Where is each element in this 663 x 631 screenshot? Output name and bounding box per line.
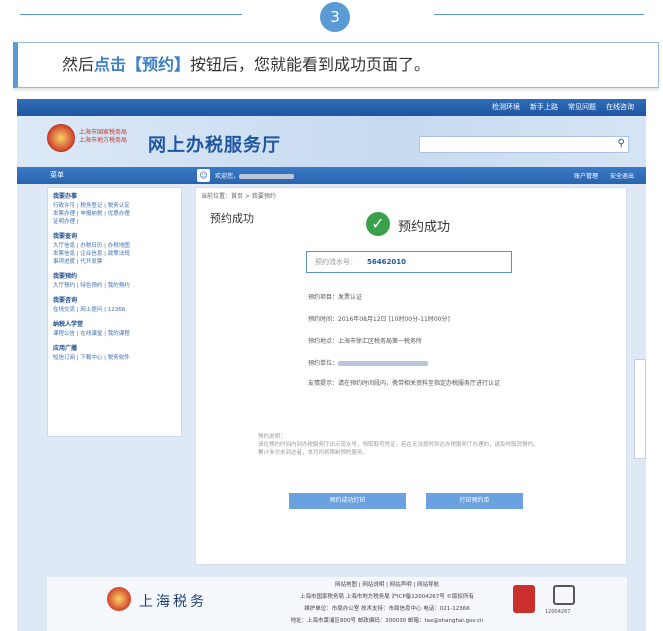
nav-right-links: 账户管理 安全退出 xyxy=(574,171,634,180)
step-number-badge: 3 xyxy=(320,2,350,32)
side-feedback-strip[interactable] xyxy=(634,359,646,459)
welcome-label: 欢迎您， xyxy=(215,173,240,180)
site-title: 网上办税服务厅 xyxy=(148,135,281,156)
footer-links: 网站地图 | 网站说明 | 网站声明 | 网站导航 上海市国家税务局 上海市地方… xyxy=(277,579,497,627)
step-divider-left xyxy=(20,14,242,15)
content-panel: 预约成功 ✓ 预约成功 预约流水号： 56462010 预约项目：发票认证 预约时… xyxy=(195,187,627,565)
detail-company: 预约单位： xyxy=(308,358,429,367)
blurred-company-name xyxy=(338,361,429,366)
toplink-env[interactable]: 检测环境 xyxy=(492,102,520,112)
footer-line[interactable]: 网站地图 | 网站说明 | 网站声明 | 网站导航 xyxy=(277,579,497,591)
sidebar-group-links[interactable]: 行政许可 | 税务登记 | 税务认定 发票办理 | 申报纳税 | 优惠办理 证明… xyxy=(53,202,176,226)
detail-time: 预约时间：2016年08月12日 [10时00分-11时00分] xyxy=(308,316,450,323)
sidebar-group-title[interactable]: 我要预约 xyxy=(53,271,176,280)
step-divider-right xyxy=(434,14,644,15)
sidebar-group-consult: 我要咨询 在线交流 | 网上提问 | 12366 xyxy=(48,292,181,316)
instruction-after: 按钮后，您就能看到成功页面了。 xyxy=(190,55,431,74)
sidebar-group-business: 我要办事 行政许可 | 税务登记 | 税务认定 发票办理 | 申报纳税 | 优惠… xyxy=(48,188,181,228)
welcome-text: 欢迎您， xyxy=(215,171,295,180)
logout-link[interactable]: 安全退出 xyxy=(610,171,634,180)
search-icon[interactable]: ⚲ xyxy=(618,138,625,149)
search-input[interactable]: ⚲ xyxy=(419,136,629,153)
building-badge-icon[interactable] xyxy=(553,585,575,605)
detail-tip: 友情提示：请在预约时间段内，携带相关资料至指定办税服务厅进行认证 xyxy=(308,380,501,387)
instruction-highlight: 点击【预约】 xyxy=(94,55,191,74)
sidebar-group-broadcast: 应用广播 短信订阅 | 下载中心 | 税务软件 xyxy=(48,340,181,364)
sidebar-group-title[interactable]: 纳税人学堂 xyxy=(53,319,176,328)
org-name-line2: 上海市地方税务局 xyxy=(79,137,128,144)
detail-location: 预约地点：上海市徐汇区税务局第一税务所 xyxy=(308,338,423,345)
sidebar-group-links[interactable]: 大厅预约 | 特色预约 | 我的预约 xyxy=(53,282,176,290)
site-header: 上海市国家税务局 上海市地方税务局 网上办税服务厅 ⚲ xyxy=(17,116,646,167)
footer-line: 地址：上海市黄浦区800号 邮政编码：200030 邮箱：tax@shangha… xyxy=(290,618,484,624)
toplink-faq[interactable]: 常见问题 xyxy=(568,102,596,112)
toplink-consult[interactable]: 在线咨询 xyxy=(606,102,634,112)
sidebar-group-title[interactable]: 我要咨询 xyxy=(53,295,176,304)
footer-line: 维护单位：市局办公室 技术支持：市局信息中心 电话：021-12366 xyxy=(304,606,470,612)
sidebar-group-links[interactable]: 大厅信息 | 办税日历 | 办税地图 发票信息 | 企业信息 | 政策法规 事项… xyxy=(53,242,176,266)
sidebar-group-appointment: 我要预约 大厅预约 | 特色预约 | 我的预约 xyxy=(48,268,181,292)
sidebar-group-school: 纳税人学堂 课程公告 | 在线课堂 | 我的课程 xyxy=(48,316,181,340)
sidebar-menu: 我要办事 行政许可 | 税务登记 | 税务认定 发票办理 | 申报纳税 | 优惠… xyxy=(47,187,182,437)
emblem-icon xyxy=(107,587,131,611)
nav-bar: 菜单 ☺ 欢迎您， 账户管理 安全退出 xyxy=(17,167,646,184)
org-name: 上海市国家税务局 上海市地方税务局 xyxy=(79,129,127,145)
account-management-link[interactable]: 账户管理 xyxy=(574,171,598,180)
police-badge-icon[interactable] xyxy=(513,585,535,613)
appointment-note: 预约说明： 请在预约时间内到办税服务厅出示流水号，领取取号凭证。若在无法按时到达… xyxy=(258,434,539,456)
appointment-number-label: 预约流水号： xyxy=(315,258,357,266)
breadcrumb: 当前位置：首页 > 我要预约 xyxy=(201,193,276,200)
success-message: 预约成功 xyxy=(398,220,451,235)
instruction-box: 然后点击【预约】按钮后，您就能看到成功页面了。 xyxy=(13,42,659,88)
site-footer: 上海税务 网站地图 | 网站说明 | 网站声明 | 网站导航 上海市国家税务局 … xyxy=(47,577,627,631)
sidebar-group-title[interactable]: 我要查询 xyxy=(53,231,176,240)
national-emblem-icon xyxy=(47,124,75,152)
top-links: 检测环境 新手上路 常见问题 在线咨询 xyxy=(492,102,634,112)
sidebar-group-links[interactable]: 在线交流 | 网上提问 | 12366 xyxy=(53,306,176,314)
org-name-line1: 上海市国家税务局 xyxy=(79,129,128,136)
detail-company-label: 预约单位： xyxy=(308,360,339,367)
badge-label: 12004267 xyxy=(545,609,571,615)
sidebar-group-title[interactable]: 应用广播 xyxy=(53,343,176,352)
print-success-button[interactable]: 预约成功打印 xyxy=(289,493,406,509)
user-icon: ☺ xyxy=(197,169,210,182)
menu-label: 菜单 xyxy=(50,171,64,179)
sidebar-group-title[interactable]: 我要办事 xyxy=(53,191,176,200)
check-icon: ✓ xyxy=(366,212,390,236)
footer-line: 上海市国家税务局 上海市地方税务局 沪ICP备12004267号 ©版权所有 xyxy=(299,594,475,600)
instruction-before: 然后 xyxy=(62,55,95,74)
appointment-number-box: 预约流水号： 56462010 xyxy=(306,251,512,273)
appointment-number: 56462010 xyxy=(367,258,406,266)
sidebar-group-links[interactable]: 短信订阅 | 下载中心 | 税务软件 xyxy=(53,354,176,362)
portal-screenshot: 检测环境 新手上路 常见问题 在线咨询 上海市国家税务局 上海市地方税务局 网上… xyxy=(17,99,646,631)
detail-item: 预约项目：发票认证 xyxy=(308,294,363,301)
footer-brand: 上海税务 xyxy=(139,594,207,610)
blurred-username xyxy=(239,174,295,179)
content-heading: 预约成功 xyxy=(210,212,254,225)
sidebar-group-query: 我要查询 大厅信息 | 办税日历 | 办税地图 发票信息 | 企业信息 | 政策… xyxy=(48,228,181,268)
toplink-newbie[interactable]: 新手上路 xyxy=(530,102,558,112)
sidebar-group-links[interactable]: 课程公告 | 在线课堂 | 我的课程 xyxy=(53,330,176,338)
top-bar: 检测环境 新手上路 常见问题 在线咨询 xyxy=(17,99,646,116)
print-appointment-button[interactable]: 打印预约单 xyxy=(426,493,523,509)
